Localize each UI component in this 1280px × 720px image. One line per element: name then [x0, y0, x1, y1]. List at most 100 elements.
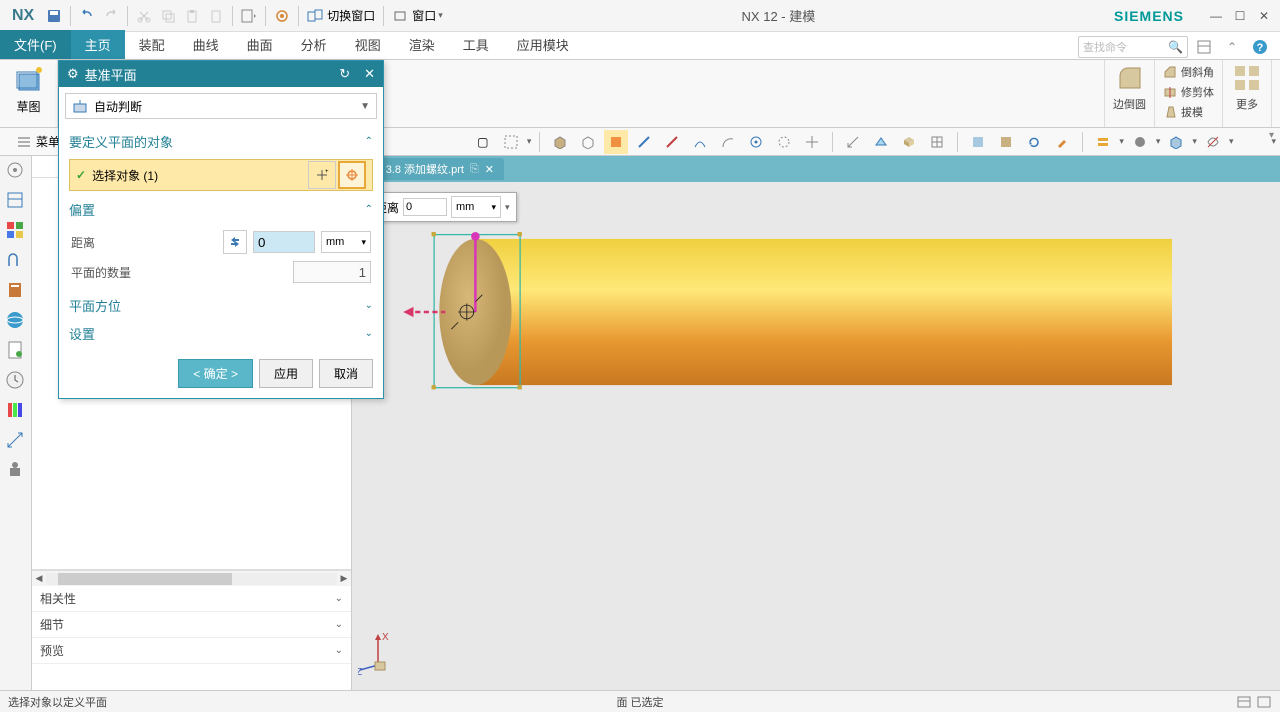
- model-body[interactable]: [398, 226, 1172, 398]
- command-search-input[interactable]: 查找命令 🔍: [1078, 36, 1188, 58]
- csys-icon[interactable]: [897, 130, 921, 154]
- filter-icon[interactable]: ▢: [471, 130, 495, 154]
- panel-preview[interactable]: 预览⌄: [32, 638, 351, 664]
- viewport[interactable]: 📄 3.8 添加螺纹.prt ⎘ ✕ 距离 mm▾ ▾: [352, 156, 1280, 690]
- material-icon[interactable]: [1128, 130, 1152, 154]
- rail-history-icon[interactable]: [5, 370, 27, 392]
- save-icon[interactable]: [42, 4, 66, 28]
- sel-solid2-icon[interactable]: [576, 130, 600, 154]
- undo-icon[interactable]: [75, 4, 99, 28]
- hide-icon[interactable]: [1201, 130, 1225, 154]
- tab-tools[interactable]: 工具: [449, 30, 503, 59]
- dialog-titlebar[interactable]: ⚙ 基准平面 ↻ ✕: [59, 61, 383, 87]
- panel-hscroll[interactable]: ◀ ▶: [32, 570, 351, 586]
- panel-relativity[interactable]: 相关性⌄: [32, 586, 351, 612]
- sel-curve-icon[interactable]: [688, 130, 712, 154]
- sketch-button[interactable]: 草图: [13, 64, 45, 115]
- sel-box-icon[interactable]: [499, 130, 523, 154]
- status-ico1[interactable]: [1236, 695, 1252, 709]
- float-value-input[interactable]: [403, 198, 447, 216]
- type-select[interactable]: 自动判断 ▼: [65, 93, 377, 119]
- rail-color-icon[interactable]: [5, 400, 27, 422]
- document-dropdown-icon[interactable]: [237, 4, 261, 28]
- tab-view[interactable]: 视图: [341, 30, 395, 59]
- distance-input[interactable]: [253, 231, 315, 253]
- rail-assembly-icon[interactable]: [5, 220, 27, 242]
- tab-analyze[interactable]: 分析: [287, 30, 341, 59]
- add-button[interactable]: +: [308, 161, 336, 189]
- section-settings[interactable]: 设置⌄: [65, 319, 377, 347]
- tab-assembly[interactable]: 装配: [125, 30, 179, 59]
- section-offset[interactable]: 偏置⌃: [65, 195, 377, 223]
- edge-blend-button[interactable]: 边倒圆: [1113, 62, 1146, 112]
- sel-arc-icon[interactable]: [716, 130, 740, 154]
- menu-label[interactable]: 菜单: [36, 133, 60, 150]
- ribbon-dropdown-icon[interactable]: ▾: [1269, 130, 1274, 141]
- select-objects-row[interactable]: ✓ 选择对象 (1) +: [69, 159, 373, 191]
- apply-button[interactable]: 应用: [259, 359, 313, 388]
- distance-float-input[interactable]: 距离 mm▾ ▾: [368, 192, 517, 222]
- tab-file[interactable]: 文件(F): [0, 30, 71, 59]
- rail-globe-icon[interactable]: [5, 310, 27, 332]
- sel-tangent-icon[interactable]: [660, 130, 684, 154]
- layout-icon[interactable]: [1192, 35, 1216, 59]
- window-menu-icon[interactable]: [388, 4, 412, 28]
- status-ico2[interactable]: [1256, 695, 1272, 709]
- tab-home[interactable]: 主页: [71, 30, 125, 59]
- rail-nav-icon[interactable]: [5, 190, 27, 212]
- sel-edge-icon[interactable]: [632, 130, 656, 154]
- rail-settings-icon[interactable]: [5, 160, 27, 182]
- rail-book-icon[interactable]: [5, 280, 27, 302]
- paste-special-icon[interactable]: [204, 4, 228, 28]
- chamfer-button[interactable]: 倒斜角: [1163, 62, 1214, 82]
- doc-close-icon[interactable]: ✕: [485, 163, 494, 176]
- brush-icon[interactable]: [1050, 130, 1074, 154]
- distance-unit-select[interactable]: mm▾: [321, 231, 371, 253]
- switch-window-icon[interactable]: [303, 4, 327, 28]
- paste-icon[interactable]: [180, 4, 204, 28]
- rail-doc-icon[interactable]: [5, 340, 27, 362]
- sel-center-icon[interactable]: [800, 130, 824, 154]
- tab-curve[interactable]: 曲线: [179, 30, 233, 59]
- view1-icon[interactable]: [966, 130, 990, 154]
- redo-icon[interactable]: [99, 4, 123, 28]
- reset-icon[interactable]: ↻: [339, 66, 350, 82]
- refresh-icon[interactable]: [1022, 130, 1046, 154]
- close-button[interactable]: ✕: [1254, 6, 1274, 26]
- view2-icon[interactable]: [994, 130, 1018, 154]
- draft-button[interactable]: 拔模: [1163, 102, 1214, 122]
- sel-point-icon[interactable]: [744, 130, 768, 154]
- cancel-button[interactable]: 取消: [319, 359, 373, 388]
- section-objects[interactable]: 要定义平面的对象⌃: [65, 127, 377, 155]
- sel-solid-icon[interactable]: [548, 130, 572, 154]
- pick-button[interactable]: [338, 161, 366, 189]
- tab-render[interactable]: 渲染: [395, 30, 449, 59]
- panel-detail[interactable]: 细节⌄: [32, 612, 351, 638]
- copy-icon[interactable]: [156, 4, 180, 28]
- grid-icon[interactable]: [925, 130, 949, 154]
- rail-dim-icon[interactable]: [5, 430, 27, 452]
- float-unit-select[interactable]: mm▾: [451, 196, 501, 218]
- cut-icon[interactable]: [132, 4, 156, 28]
- rail-constraint-icon[interactable]: [5, 250, 27, 272]
- trim-body-button[interactable]: 修剪体: [1163, 82, 1214, 102]
- switch-window-label[interactable]: 切换窗口: [327, 7, 375, 24]
- tab-surface[interactable]: 曲面: [233, 30, 287, 59]
- maximize-button[interactable]: ☐: [1230, 6, 1250, 26]
- rail-robot-icon[interactable]: [5, 460, 27, 482]
- ok-button[interactable]: < 确定 >: [178, 359, 253, 388]
- minimize-button[interactable]: —: [1206, 6, 1226, 26]
- menu-icon[interactable]: [16, 134, 32, 150]
- more-button[interactable]: 更多: [1231, 62, 1263, 112]
- layer-icon[interactable]: [1091, 130, 1115, 154]
- touch-icon[interactable]: [270, 4, 294, 28]
- plane-icon[interactable]: [869, 130, 893, 154]
- dialog-close-icon[interactable]: ✕: [364, 66, 375, 82]
- doc-pin-icon[interactable]: ⎘: [470, 163, 479, 176]
- sel-face-icon[interactable]: [604, 130, 628, 154]
- reverse-direction-icon[interactable]: [223, 230, 247, 254]
- measure-icon[interactable]: [841, 130, 865, 154]
- window-menu-label[interactable]: 窗口: [412, 7, 436, 24]
- sel-circle-icon[interactable]: [772, 130, 796, 154]
- section-orientation[interactable]: 平面方位⌄: [65, 291, 377, 319]
